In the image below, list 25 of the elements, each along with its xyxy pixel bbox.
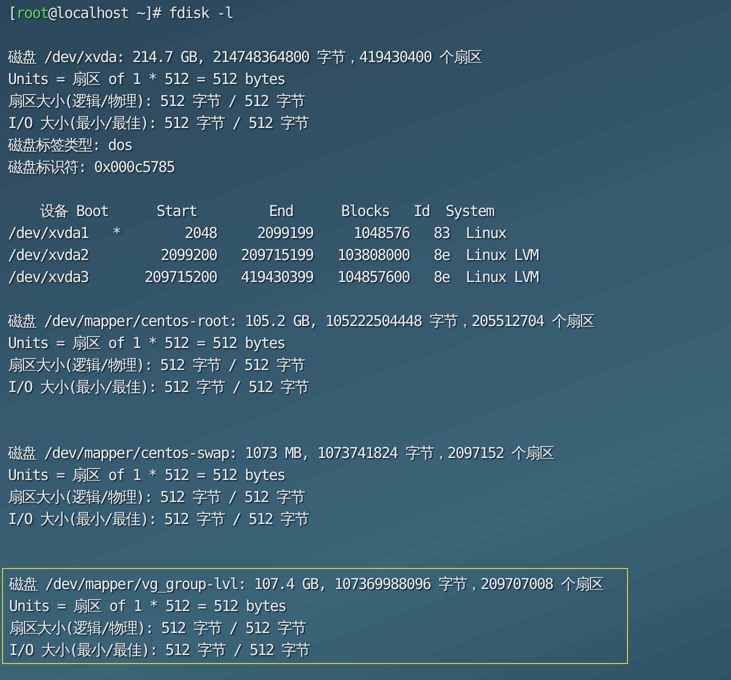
terminal-line: I/O 大小(最小/最佳): 512 字节 / 512 字节 [9, 640, 310, 661]
terminal-line: 扇区大小(逻辑/物理): 512 字节 / 512 字节 [8, 355, 304, 376]
prompt-bracket: [ [8, 4, 16, 22]
terminal-line: Units = 扇区 of 1 * 512 = 512 bytes [8, 333, 285, 354]
terminal-line: 磁盘 /dev/mapper/vg_group-lvl: 107.4 GB, 107369988096 字节，209707008 个扇区 [9, 574, 603, 595]
prompt-command: @localhost ~]# fdisk -l [48, 4, 233, 22]
terminal-line: 设备 Boot Start End Blocks Id System [39, 201, 494, 222]
terminal-line: 磁盘 /dev/xvda: 214.7 GB, 214748364800 字节，419430400 个扇区 [8, 47, 482, 68]
terminal-line: I/O 大小(最小/最佳): 512 字节 / 512 字节 [8, 377, 309, 398]
terminal-line: /dev/xvda2 2099200 209715199 103808000 8e Linux LVM [8, 245, 538, 266]
terminal-line: /dev/xvda3 209715200 419430399 104857600 8e Linux LVM [8, 267, 538, 288]
terminal-line: I/O 大小(最小/最佳): 512 字节 / 512 字节 [8, 113, 309, 134]
terminal-line: 扇区大小(逻辑/物理): 512 字节 / 512 字节 [8, 487, 304, 508]
terminal-line: /dev/xvda1 * 2048 2099199 1048576 83 Linux [8, 223, 506, 244]
terminal-line: 磁盘 /dev/mapper/centos-root: 105.2 GB, 105222504448 字节，205512704 个扇区 [8, 311, 594, 332]
terminal-line: 磁盘标签类型: dos [8, 135, 132, 156]
terminal-line: Units = 扇区 of 1 * 512 = 512 bytes [9, 596, 286, 617]
terminal-line: 扇区大小(逻辑/物理): 512 字节 / 512 字节 [8, 91, 304, 112]
prompt-user: root [16, 4, 48, 22]
terminal-line: 磁盘标识符: 0x000c5785 [8, 157, 174, 178]
terminal-line: Units = 扇区 of 1 * 512 = 512 bytes [8, 465, 285, 486]
terminal-line: Units = 扇区 of 1 * 512 = 512 bytes [8, 69, 285, 90]
terminal-line: I/O 大小(最小/最佳): 512 字节 / 512 字节 [8, 509, 309, 530]
terminal-line: 扇区大小(逻辑/物理): 512 字节 / 512 字节 [9, 618, 306, 639]
terminal-line: 磁盘 /dev/mapper/centos-swap: 1073 MB, 1073741824 字节，2097152 个扇区 [8, 443, 554, 464]
